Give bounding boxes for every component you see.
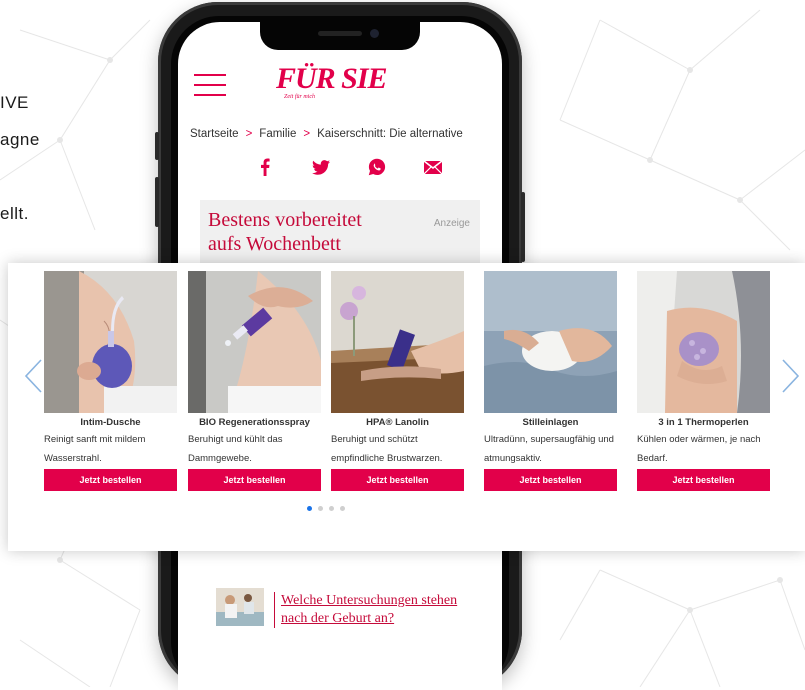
cut-off-text-2: agne: [0, 130, 40, 149]
menu-icon[interactable]: [194, 74, 226, 96]
carousel-dot[interactable]: [318, 506, 323, 511]
whatsapp-icon[interactable]: [368, 158, 386, 176]
product-name: BIO Regenerationsspray: [199, 417, 310, 428]
carousel-prev-arrow[interactable]: [23, 358, 43, 394]
product-image[interactable]: [331, 271, 464, 413]
twitter-icon[interactable]: [312, 158, 330, 176]
product-image[interactable]: [44, 271, 177, 413]
product-name: HPA® Lanolin: [366, 417, 429, 428]
breadcrumb-separator: >: [303, 128, 311, 140]
phone-side-button: [155, 132, 159, 160]
product-description: Ultradünn, supersaugfähig und atmungsakt…: [484, 434, 614, 464]
product-image[interactable]: [188, 271, 321, 413]
site-logo-tagline: Zeit für mich: [284, 94, 315, 100]
order-button[interactable]: Jetzt bestellen: [637, 469, 770, 491]
order-button[interactable]: Jetzt bestellen: [188, 469, 321, 491]
carousel-pagination: [307, 506, 345, 511]
related-article-thumbnail: [216, 588, 264, 626]
breadcrumb-item-family[interactable]: Familie: [259, 128, 296, 140]
product-description: Reinigt sanft mit mildem Wasserstrahl.: [44, 434, 146, 464]
email-icon[interactable]: [424, 158, 442, 176]
carousel-next-arrow[interactable]: [781, 358, 801, 394]
ad-label: Anzeige: [433, 218, 470, 229]
breadcrumb-separator: >: [245, 128, 253, 140]
carousel-dot[interactable]: [329, 506, 334, 511]
facebook-icon[interactable]: [256, 158, 274, 176]
product-name: Intim-Dusche: [80, 417, 141, 428]
phone-volume-button: [155, 177, 159, 227]
order-button[interactable]: Jetzt bestellen: [44, 469, 177, 491]
related-article[interactable]: Welche Untersuchungen stehen nach der Ge…: [216, 574, 496, 644]
product-card: BIO Regenerationsspray Beruhigt und kühl…: [188, 271, 321, 491]
product-card: Stilleinlagen Ultradünn, supersaugfähig …: [484, 271, 617, 491]
order-button[interactable]: Jetzt bestellen: [484, 469, 617, 491]
related-article-title: Welche Untersuchungen stehen nach der Ge…: [274, 592, 461, 628]
product-name: 3 in 1 Thermoperlen: [658, 417, 749, 428]
breadcrumb-item-home[interactable]: Startseite: [190, 128, 239, 140]
phone-camera: [370, 29, 379, 38]
breadcrumb: Startseite > Familie > Kaiserschnitt: Die al…: [190, 128, 463, 140]
product-description: Kühlen oder wärmen, je nach Bedarf.: [637, 434, 761, 464]
cut-off-text-1: IVE: [0, 93, 29, 112]
cut-off-text-3: ellt.: [0, 204, 29, 223]
product-card: Intim-Dusche Reinigt sanft mit mildem Wa…: [44, 271, 177, 491]
product-description: Beruhigt und kühlt das Dammgewebe.: [188, 434, 283, 464]
share-bar: [256, 158, 442, 176]
phone-speaker: [318, 31, 362, 36]
site-logo[interactable]: FÜR SIE: [276, 62, 388, 96]
carousel-dot[interactable]: [340, 506, 345, 511]
product-carousel: Intim-Dusche Reinigt sanft mit mildem Wa…: [8, 263, 805, 551]
product-description: Beruhigt und schützt empfindliche Brustw…: [331, 434, 443, 464]
product-image[interactable]: [484, 271, 617, 413]
product-name: Stilleinlagen: [522, 417, 579, 428]
phone-notch: [260, 22, 420, 50]
carousel-dot-active[interactable]: [307, 506, 312, 511]
product-image[interactable]: [637, 271, 770, 413]
sponsored-title: Bestens vorbereitet aufs Wochenbett: [208, 209, 362, 255]
product-card: HPA® Lanolin Beruhigt und schützt empfin…: [331, 271, 464, 491]
product-card: 3 in 1 Thermoperlen Kühlen oder wärmen, …: [637, 271, 770, 491]
order-button[interactable]: Jetzt bestellen: [331, 469, 464, 491]
phone-power-button: [521, 192, 525, 262]
breadcrumb-item-article: Kaiserschnitt: Die alternative: [317, 128, 463, 140]
